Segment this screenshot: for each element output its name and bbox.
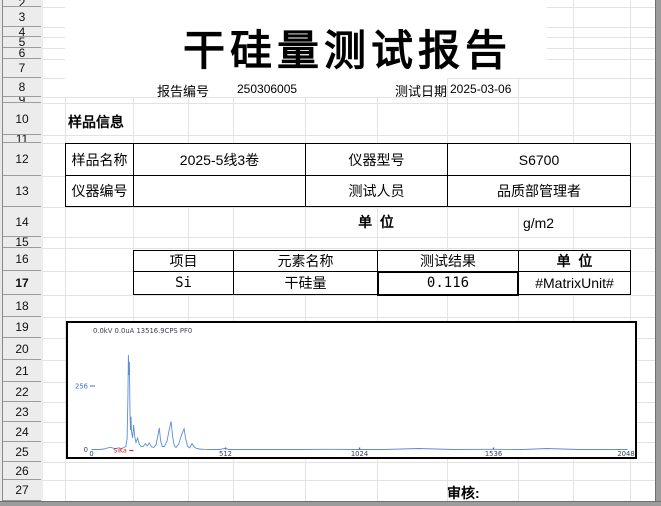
instrument-model-label-cell[interactable]: 仪器型号 [306,144,448,176]
spreadsheet-window: 2345678910111213141516171819202122232425… [0,0,661,506]
sample-name-value-cell[interactable]: 2025-5线3卷 [134,144,306,176]
sample-info-table: 样品名称 2025-5线3卷 仪器型号 S6700 仪器编号 测试人员 品质部管… [65,143,631,207]
results-header-item[interactable]: 项目 [134,251,234,272]
gridline-row [43,135,655,136]
gridline-row [43,480,655,481]
results-header-result[interactable]: 测试结果 [378,251,519,272]
x-tick-label: 1536 [485,450,502,457]
report-no-value[interactable]: 250306005 [237,82,297,96]
test-date-value[interactable]: 2025-03-06 [450,82,511,96]
section-title-sample-info[interactable]: 样品信息 [68,112,124,132]
tester-label-cell[interactable]: 测试人员 [306,176,448,206]
x-tick-label: 0 [89,450,93,457]
sample-name-label-cell[interactable]: 样品名称 [66,144,134,176]
gridline-row [43,295,655,296]
selected-cell-outline [377,271,519,296]
gridline-row [43,462,655,463]
element-annotation: SiKa [113,448,127,455]
review-label[interactable]: 审核: [447,483,480,503]
y-zero-label: 0 [84,446,88,454]
results-item-cell[interactable]: Si [134,272,234,294]
report-title[interactable]: 干硅量测试报告 [65,24,630,78]
instrument-model-value-cell[interactable]: S6700 [448,144,630,176]
test-date-label[interactable]: 测试日期 [395,81,447,100]
x-tick-label: 2048 [617,450,634,457]
unit-value-cell[interactable]: g/m2 [447,211,630,235]
y-tick-label: 256 [75,383,88,391]
results-element-cell[interactable]: 干硅量 [234,272,378,294]
results-header-unit[interactable]: 单 位 [519,251,630,272]
gridline-row [43,237,655,238]
gridline-row [43,97,655,98]
spectrum-chart[interactable]: 0.0kV 0.0uA 13516.9CPS PF0 0 512 1024 1536 20… [66,321,637,459]
x-tick-mark [225,448,226,450]
spectrum-svg: 0.0kV 0.0uA 13516.9CPS PF0 0 512 1024 1536 20… [68,323,635,457]
x-tick-mark [493,448,494,450]
bottom-window-edge [0,501,661,506]
tester-value-cell[interactable]: 品质部管理者 [448,176,630,206]
results-header-element[interactable]: 元素名称 [234,251,378,272]
chart-header-label: 0.0kV 0.0uA 13516.9CPS PF0 [93,327,192,335]
instrument-no-value-cell[interactable] [134,176,306,206]
gridline-row [43,207,655,208]
report-no-label[interactable]: 报告编号 [157,81,209,100]
x-tick-label: 512 [219,450,232,457]
unit-label-cell[interactable]: 单 位 [305,210,447,234]
spectrum-line [92,355,628,450]
instrument-no-label-cell[interactable]: 仪器编号 [66,176,134,206]
x-tick-label: 1024 [351,450,368,457]
right-window-edge [655,0,661,506]
gridline-row [43,103,655,104]
gridline-row [43,248,655,249]
results-unit-cell[interactable]: #MatrixUnit# [519,272,630,294]
gridline-row [43,317,655,318]
x-tick-mark [359,448,360,450]
